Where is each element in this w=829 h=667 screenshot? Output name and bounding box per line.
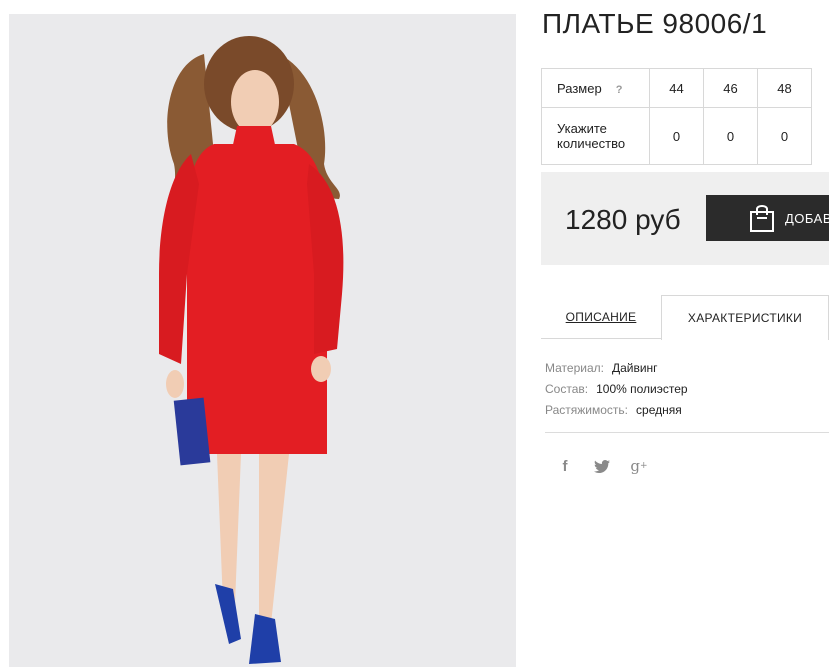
tab-description[interactable]: ОПИСАНИЕ xyxy=(541,295,661,339)
spec-key: Материал: xyxy=(545,361,604,375)
spec-row: Состав: 100% полиэстер xyxy=(545,379,688,400)
price: 1280 руб xyxy=(565,204,681,235)
specs-list: Материал: Дайвинг Состав: 100% полиэстер Р… xyxy=(545,358,688,421)
product-photo[interactable] xyxy=(9,14,516,667)
spec-row: Материал: Дайвинг xyxy=(545,358,688,379)
google-plus-icon[interactable]: g + xyxy=(628,456,650,476)
size-quantity-table: Размер? 44 46 48 Укажите количество 0 0 … xyxy=(541,68,812,165)
spec-value: средняя xyxy=(636,403,682,417)
quantity-input-44[interactable]: 0 xyxy=(649,107,704,165)
spec-value: Дайвинг xyxy=(611,361,658,375)
divider xyxy=(545,432,829,433)
size-46: 46 xyxy=(703,68,758,108)
size-48: 48 xyxy=(757,68,812,108)
product-tabs: ОПИСАНИЕ ХАРАКТЕРИСТИКИ xyxy=(541,295,829,340)
tab-specs-label: ХАРАКТЕРИСТИКИ xyxy=(687,311,803,325)
add-to-cart-label: ДОБАВИТЬ В КОРЗИНУ xyxy=(785,210,829,226)
spec-key: Состав: xyxy=(545,382,589,396)
size-44: 44 xyxy=(649,68,704,108)
facebook-icon[interactable]: f xyxy=(554,456,576,476)
spec-value: 100% полиэстер xyxy=(596,382,688,396)
google-plus-sup: + xyxy=(640,461,648,471)
product-title: ПЛАТЬЕ 98006/1 xyxy=(542,8,768,39)
size-help-icon[interactable]: ? xyxy=(616,84,623,96)
shopping-bag-icon xyxy=(749,203,775,233)
spec-row: Растяжимость: средняя xyxy=(545,400,688,421)
spec-key: Растяжимость: xyxy=(545,403,629,417)
quantity-input-46[interactable]: 0 xyxy=(703,107,758,165)
tab-description-label: ОПИСАНИЕ xyxy=(565,309,637,324)
google-plus-letter: g xyxy=(630,457,641,475)
add-to-cart-button[interactable]: ДОБАВИТЬ В КОРЗИНУ xyxy=(706,195,829,241)
quantity-row: Укажите количество 0 0 0 xyxy=(541,107,812,165)
twitter-icon[interactable] xyxy=(591,456,613,476)
quantity-label: Укажите количество xyxy=(541,107,650,165)
tab-specs[interactable]: ХАРАКТЕРИСТИКИ xyxy=(661,295,829,340)
size-label: Размер xyxy=(557,80,602,96)
price-box: 1280 руб ДОБАВИТЬ В КОРЗИНУ xyxy=(541,172,829,265)
dress-illustration xyxy=(159,36,344,664)
size-row: Размер? 44 46 48 xyxy=(541,68,812,108)
size-label-cell: Размер? xyxy=(541,68,650,108)
quantity-input-48[interactable]: 0 xyxy=(757,107,812,165)
